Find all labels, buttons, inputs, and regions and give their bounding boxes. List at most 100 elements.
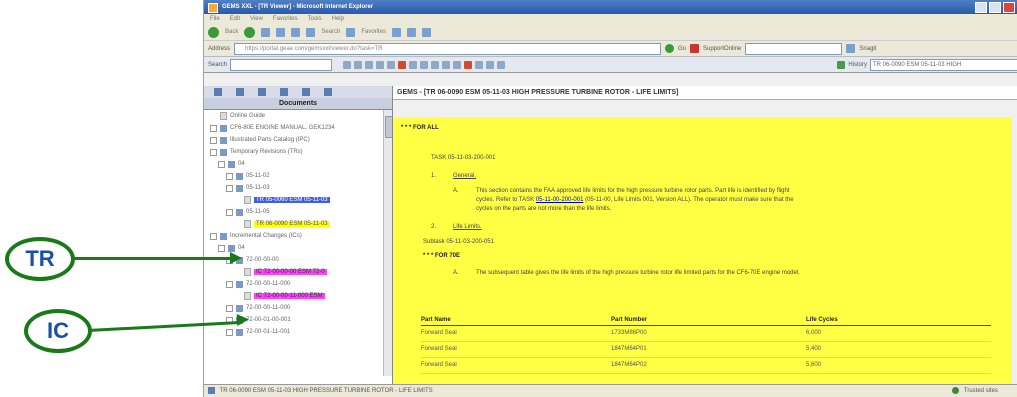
document-icon (244, 220, 251, 228)
tree-item[interactable]: IC 72-00-00-00 ESM 72-0 (204, 266, 392, 278)
tree-item[interactable]: Incremental Changes (ICs) (204, 230, 392, 242)
tree-item[interactable]: 72-00-00-11-000 (204, 302, 392, 314)
info-icon[interactable] (280, 88, 288, 96)
mail-icon[interactable] (407, 27, 417, 37)
info-icon[interactable] (453, 60, 462, 69)
tree-item[interactable]: 72-00-00-11-000 (204, 278, 392, 290)
zoom-icon[interactable] (442, 60, 451, 69)
task-number: TASK 05-11-03-200-001 (431, 155, 496, 161)
cell-part-number: 1847M64P01 (611, 346, 647, 352)
next-icon[interactable] (365, 60, 374, 69)
tree-item[interactable]: Online Guide (204, 110, 392, 122)
support-button[interactable]: SupportOnline (703, 46, 741, 52)
search-input[interactable] (230, 58, 333, 71)
expand-toggle-icon[interactable] (210, 232, 217, 240)
table-icon[interactable] (420, 60, 429, 69)
print-icon[interactable] (431, 60, 440, 69)
expand-toggle-icon[interactable] (218, 160, 225, 168)
bookmark-icon[interactable] (475, 60, 484, 69)
menu-edit[interactable]: Edit (230, 14, 240, 24)
expand-toggle-icon[interactable] (226, 184, 233, 192)
address-bar: Address https://portal.geae.com/gemsxxl/… (204, 41, 1017, 57)
support-dropdown[interactable] (745, 42, 843, 55)
forward-icon[interactable] (244, 26, 256, 38)
expand-toggle-icon[interactable] (226, 304, 233, 312)
stop-icon[interactable] (398, 60, 407, 69)
menu-bar: File Edit View Favorites Tools Help (204, 14, 1017, 24)
favorites-button[interactable]: Favorites (361, 29, 386, 35)
warning-icon[interactable] (464, 60, 473, 69)
collapse-icon[interactable] (214, 88, 222, 96)
search-icon[interactable] (306, 27, 316, 37)
scroll-thumb[interactable] (385, 116, 392, 138)
tree-item[interactable]: IC 72-00-00-11-000 ESM (204, 290, 392, 302)
history-icon[interactable] (392, 27, 402, 37)
filter-icon[interactable] (236, 88, 244, 96)
close-icon[interactable] (1003, 2, 1015, 13)
app-toolbar: Search History TR 06-0090 ESM 05-11-03 H… (204, 57, 1017, 73)
print-icon[interactable] (422, 27, 432, 37)
expand-toggle-icon[interactable] (226, 172, 233, 180)
first-icon[interactable] (376, 60, 385, 69)
tree-item[interactable]: 05-11-02 (204, 170, 392, 182)
history-label: History (848, 61, 867, 68)
menu-file[interactable]: File (210, 14, 220, 24)
book-icon (236, 184, 243, 192)
tree-item[interactable]: 72-00-01-11-001 (204, 326, 392, 338)
tree-item-label: TR 06-0090 ESM 05-11-03 (254, 221, 330, 227)
tree-item[interactable]: 05-11-03 (204, 182, 392, 194)
back-button[interactable]: Back (225, 29, 238, 35)
tree-item[interactable]: 05-11-05 (204, 206, 392, 218)
close-icon[interactable] (324, 88, 332, 96)
tree-item[interactable]: Illustrated Parts Catalog (IPC) (204, 134, 392, 146)
stop-icon[interactable] (261, 27, 271, 37)
last-icon[interactable] (387, 60, 396, 69)
address-label: Address (208, 45, 231, 52)
menu-tools[interactable]: Tools (308, 14, 322, 24)
tree-item[interactable]: TR 05-0060 ESM 05-11-03 (204, 194, 392, 206)
expand-toggle-icon[interactable] (226, 328, 233, 336)
prev-icon[interactable] (354, 60, 363, 69)
address-input[interactable]: https://portal.geae.com/gemsxxl/viewer.d… (234, 42, 662, 55)
search-button[interactable]: Search (321, 29, 340, 35)
help-icon[interactable] (497, 60, 506, 69)
maximize-icon[interactable] (989, 2, 1001, 13)
tree-item-label: 05-11-02 (246, 173, 270, 179)
expand-toggle-icon[interactable] (226, 280, 233, 288)
documents-panel: Documents Online Guide CF6-80E ENGINE MAN… (204, 86, 393, 393)
tree-item[interactable]: 04 (204, 158, 392, 170)
expand-toggle-icon[interactable] (210, 124, 217, 132)
back-icon[interactable] (208, 26, 219, 38)
expand-toggle-icon[interactable] (226, 208, 233, 216)
tree-item[interactable]: CF6-80E ENGINE MANUAL, GEK1234 (204, 122, 392, 134)
document-icon (244, 196, 251, 204)
find-icon[interactable] (343, 60, 352, 69)
menu-favorites[interactable]: Favorites (273, 14, 298, 24)
save-icon[interactable] (258, 88, 266, 96)
task-reference-link[interactable]: 05-11-00-200-001 (536, 197, 584, 203)
star-icon[interactable] (346, 27, 356, 37)
home-icon[interactable] (291, 27, 301, 37)
tree-vertical-scrollbar[interactable] (383, 110, 392, 376)
edit-icon[interactable] (302, 88, 310, 96)
book-icon (236, 304, 243, 312)
tree-item[interactable]: TR 06-0090 ESM 05-11-03 (204, 218, 392, 230)
book-icon (236, 328, 243, 336)
menu-help[interactable]: Help (332, 14, 344, 24)
grid-icon[interactable] (409, 60, 418, 69)
tree-item[interactable]: Temporary Revisions (TRs) (204, 146, 392, 158)
expand-toggle-icon[interactable] (218, 244, 225, 252)
history-dropdown[interactable]: TR 06-0090 ESM 05-11-03 HIGH (870, 58, 1017, 71)
expand-toggle-icon[interactable] (210, 136, 217, 144)
snagit-button[interactable]: Snagit (859, 46, 876, 52)
go-icon[interactable] (665, 44, 675, 53)
menu-view[interactable]: View (250, 14, 263, 24)
support-icon[interactable] (690, 44, 700, 53)
snagit-icon[interactable] (846, 44, 856, 53)
settings-icon[interactable] (486, 60, 495, 69)
history-icon[interactable] (837, 60, 846, 69)
minimize-icon[interactable] (975, 2, 987, 13)
refresh-icon[interactable] (276, 27, 286, 37)
go-button[interactable]: Go (678, 46, 686, 52)
expand-toggle-icon[interactable] (210, 148, 217, 156)
